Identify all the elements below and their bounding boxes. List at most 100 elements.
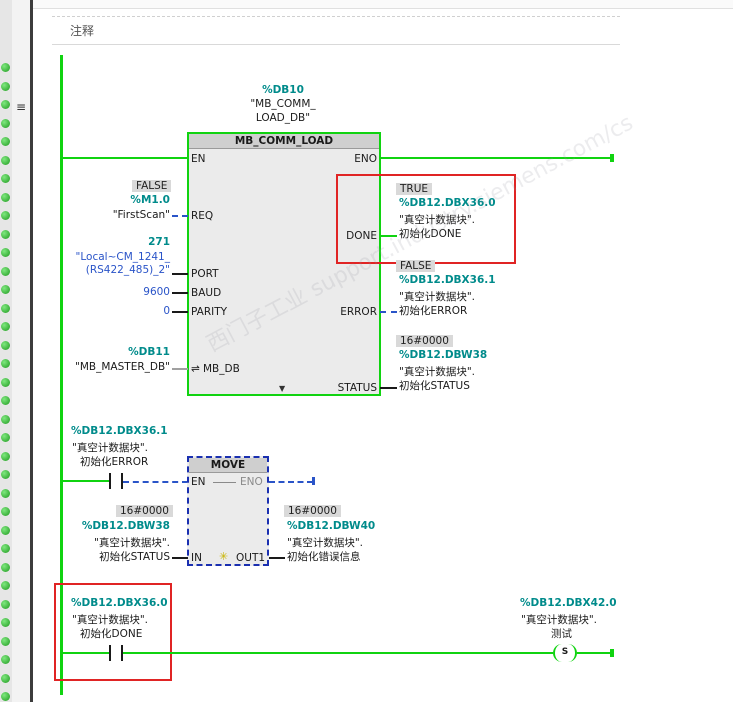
move-out-symbol-1[interactable]: "真空计数据块".	[287, 535, 363, 550]
pin-mb-db-arrow: ⇌	[191, 363, 200, 375]
contact-done[interactable]	[109, 645, 123, 661]
status-dot-icon	[1, 230, 10, 239]
status-dot-icon	[1, 637, 10, 646]
port-wire	[172, 273, 188, 275]
status-dot-icon	[1, 119, 10, 128]
mb-db-address[interactable]: %DB11	[100, 346, 170, 358]
status-dot-icon	[1, 63, 10, 72]
status-dot-icon	[1, 341, 10, 350]
contact-error-address[interactable]: %DB12.DBX36.1	[71, 425, 168, 437]
network-comment[interactable]: 注释	[70, 22, 94, 39]
done-symbol-1[interactable]: "真空计数据块".	[399, 212, 475, 227]
pin-baud: BAUD	[191, 287, 222, 299]
move-pin-in: IN	[191, 552, 202, 564]
mb-comm-load-block[interactable]: MB_COMM_LOAD	[187, 132, 381, 396]
parity-value[interactable]: 0	[120, 305, 170, 317]
move-out-address[interactable]: %DB12.DBW40	[287, 520, 375, 532]
status-dot-icon	[1, 137, 10, 146]
status-symbol-2[interactable]: 初始化STATUS	[399, 378, 470, 393]
move-add-output-icon[interactable]: ✳	[219, 550, 228, 563]
move-title: MOVE	[189, 458, 267, 473]
status-dot-icon	[1, 304, 10, 313]
status-dot-icon	[1, 544, 10, 553]
set-coil[interactable]: S	[553, 644, 577, 662]
done-symbol-2[interactable]: 初始化DONE	[399, 226, 461, 241]
status-dot-icon	[1, 285, 10, 294]
pin-en: EN	[191, 153, 206, 165]
status-dot-icon	[1, 156, 10, 165]
en-wire	[63, 157, 189, 159]
done-wire	[380, 235, 397, 237]
status-dot-icon	[1, 378, 10, 387]
coil-address[interactable]: %DB12.DBX42.0	[520, 597, 617, 609]
status-dot-icon	[1, 100, 10, 109]
mb-db-wire	[172, 368, 188, 370]
coil-symbol-2[interactable]: 测试	[551, 626, 572, 641]
contact-done-symbol-1[interactable]: "真空计数据块".	[72, 612, 148, 627]
move-pin-out1: OUT1	[236, 552, 266, 564]
move-eno-wire	[269, 481, 313, 483]
mb-db-symbol[interactable]: "MB_MASTER_DB"	[60, 361, 170, 373]
contact-error[interactable]	[109, 473, 123, 489]
port-symbol-2[interactable]: (RS422_485)_2"	[60, 264, 170, 276]
move-in-address[interactable]: %DB12.DBW38	[70, 520, 170, 532]
move-in-symbol-2[interactable]: 初始化STATUS	[60, 549, 170, 564]
error-symbol-1[interactable]: "真空计数据块".	[399, 289, 475, 304]
port-symbol-1[interactable]: "Local~CM_1241_	[60, 251, 170, 263]
status-dot-icon	[1, 581, 10, 590]
network-menu-icon[interactable]: ≡	[16, 100, 26, 114]
contact-done-address[interactable]: %DB12.DBX36.0	[71, 597, 168, 609]
status-address[interactable]: %DB12.DBW38	[399, 349, 487, 361]
eno-wire-end	[610, 154, 614, 162]
status-dot-icon	[1, 470, 10, 479]
req-symbol[interactable]: "FirstScan"	[80, 209, 170, 221]
req-value: FALSE	[132, 180, 172, 192]
row3-left-wire	[63, 652, 109, 654]
header-separator	[52, 16, 620, 17]
contact-error-symbol-1[interactable]: "真空计数据块".	[72, 440, 148, 455]
pin-error: ERROR	[340, 306, 377, 318]
req-address[interactable]: %M1.0	[100, 194, 170, 206]
move-out-symbol-2[interactable]: 初始化错误信息	[287, 549, 361, 564]
move-out-value: 16#0000	[284, 505, 341, 517]
status-symbol-1[interactable]: "真空计数据块".	[399, 364, 475, 379]
status-dot-icon	[1, 600, 10, 609]
status-dot-icon	[1, 174, 10, 183]
done-address[interactable]: %DB12.DBX36.0	[399, 197, 496, 209]
collapse-arrow-icon[interactable]: ▼	[279, 384, 285, 393]
row3-right-wire	[577, 652, 613, 654]
top-strip	[33, 0, 733, 9]
status-dot-icon	[1, 674, 10, 683]
move-in-symbol-1[interactable]: "真空计数据块".	[60, 535, 170, 550]
fb-title: MB_COMM_LOAD	[189, 134, 379, 149]
move-en-eno-line	[213, 482, 236, 483]
move-pin-en: EN	[191, 476, 206, 488]
contact-done-symbol-2[interactable]: 初始化DONE	[80, 626, 142, 641]
status-wire	[380, 387, 397, 389]
pin-eno: ENO	[354, 153, 377, 165]
row3-wire-end	[610, 649, 614, 657]
move-in-value: 16#0000	[116, 505, 173, 517]
status-dot-icon	[1, 692, 10, 701]
status-dot-icon	[1, 618, 10, 627]
parity-wire	[172, 311, 188, 313]
req-wire	[172, 215, 188, 217]
status-dot-icon	[1, 322, 10, 331]
error-symbol-2[interactable]: 初始化ERROR	[399, 303, 467, 318]
baud-value[interactable]: 9600	[120, 286, 170, 298]
status-dot-icon	[1, 415, 10, 424]
move-out-wire	[269, 557, 285, 559]
move-eno-wire-end	[312, 477, 315, 485]
error-address[interactable]: %DB12.DBX36.1	[399, 274, 496, 286]
comment-separator	[52, 44, 620, 45]
status-dot-icon	[1, 433, 10, 442]
fb-instance-db[interactable]: %DB10	[244, 84, 322, 96]
status-dot-icon	[1, 396, 10, 405]
coil-symbol-1[interactable]: "真空计数据块".	[521, 612, 597, 627]
row3-main-wire	[123, 652, 553, 654]
status-dot-icon	[1, 563, 10, 572]
status-dot-icon	[1, 359, 10, 368]
status-dot-icon	[1, 82, 10, 91]
contact-error-symbol-2[interactable]: 初始化ERROR	[80, 454, 148, 469]
editor-left-border	[30, 0, 33, 702]
